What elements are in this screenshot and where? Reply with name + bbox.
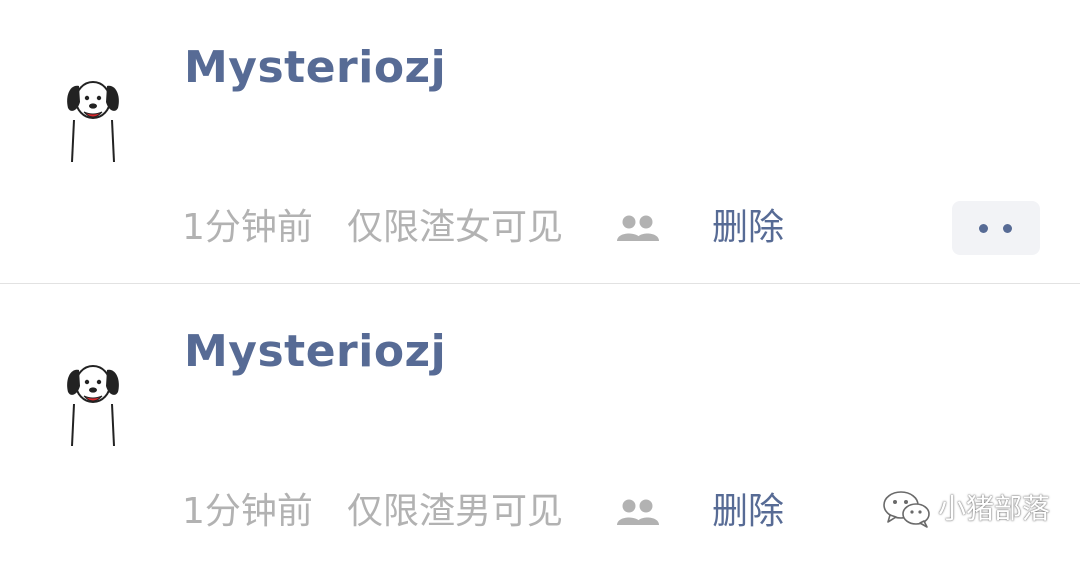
username-link[interactable]: Mysteriozj bbox=[184, 324, 446, 380]
wechat-icon bbox=[883, 491, 930, 528]
avatar[interactable] bbox=[62, 360, 126, 450]
delete-link[interactable]: 删除 bbox=[712, 488, 784, 536]
more-dots-icon bbox=[1003, 224, 1012, 233]
post-time: 1分钟前 bbox=[182, 491, 313, 532]
cartoon-dog-icon bbox=[67, 81, 119, 163]
delete-link[interactable]: 删除 bbox=[712, 204, 784, 252]
watermark-text: 小猪部落 bbox=[938, 492, 1051, 525]
visibility-label: 仅限渣女可见 bbox=[347, 207, 564, 248]
cartoon-dog-icon bbox=[67, 365, 119, 447]
group-icon bbox=[617, 215, 659, 241]
watermark: 小猪部落 bbox=[882, 487, 1072, 531]
visibility-label: 仅限渣男可见 bbox=[347, 491, 564, 532]
moment-item: Mysteriozj 1分钟前 仅限渣女可见 删除 bbox=[0, 0, 1080, 283]
avatar[interactable] bbox=[62, 76, 126, 166]
more-button[interactable] bbox=[952, 201, 1040, 255]
post-time: 1分钟前 bbox=[182, 207, 313, 248]
more-dots-icon bbox=[979, 224, 988, 233]
username-link[interactable]: Mysteriozj bbox=[184, 40, 446, 96]
group-icon bbox=[617, 499, 659, 525]
